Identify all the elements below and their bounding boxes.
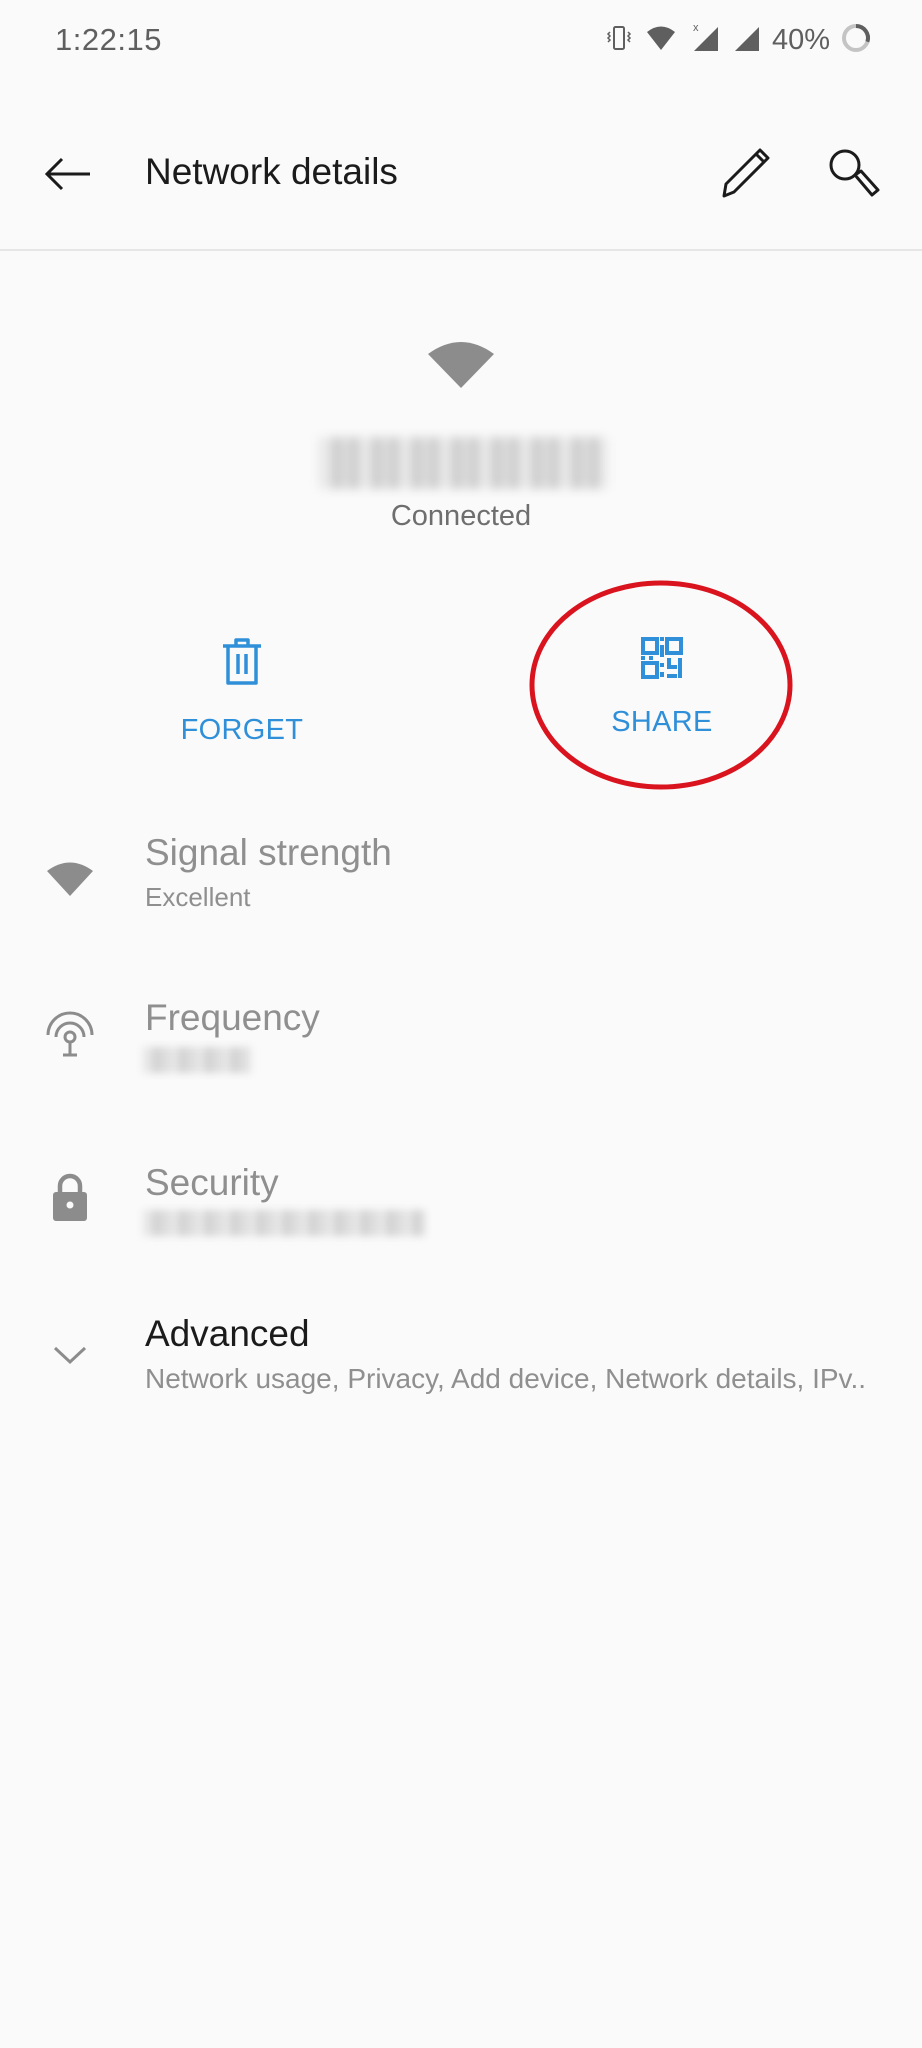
detail-title: Signal strength [145, 832, 392, 873]
share-label: SHARE [611, 706, 713, 738]
wifi-icon [642, 23, 680, 58]
signal-no-data-icon: x [690, 21, 722, 60]
pencil-icon [722, 148, 770, 198]
wifi-icon [40, 848, 100, 908]
detail-title: Frequency [145, 997, 320, 1038]
svg-text:x: x [693, 22, 699, 34]
battery-percent: 40% [771, 23, 830, 56]
back-button[interactable] [40, 150, 96, 198]
search-icon [829, 149, 880, 197]
detail-value: Excellent [145, 882, 251, 912]
page-title: Network details [145, 151, 398, 192]
detail-title: Advanced [145, 1313, 310, 1354]
detail-value-redacted [143, 1047, 251, 1073]
status-icons: x 40% [606, 20, 872, 60]
chevron-down-icon [40, 1325, 100, 1385]
battery-ring-icon [840, 22, 872, 59]
network-ssid-redacted [318, 437, 608, 489]
lock-icon [40, 1168, 100, 1228]
detail-row-signal-strength: Signal strength Excellent [0, 820, 922, 930]
vibrate-icon [606, 23, 632, 58]
antenna-icon [40, 1005, 100, 1065]
signal-icon [732, 21, 762, 60]
app-bar-divider [0, 249, 922, 251]
advanced-row[interactable]: Advanced Network usage, Privacy, Add dev… [0, 1305, 922, 1415]
share-button[interactable]: SHARE [552, 636, 772, 739]
trash-icon [223, 638, 261, 685]
wifi-icon [424, 336, 498, 390]
detail-title: Security [145, 1162, 279, 1203]
forget-button[interactable]: FORGET [132, 636, 352, 747]
status-time: 1:22:15 [55, 22, 162, 57]
edit-button[interactable] [716, 144, 774, 202]
detail-value: Network usage, Privacy, Add device, Netw… [145, 1363, 867, 1394]
detail-row-security: Security [0, 1150, 922, 1260]
connection-status: Connected [390, 500, 532, 532]
detail-value-redacted [143, 1210, 425, 1236]
search-button[interactable] [824, 144, 884, 202]
detail-row-frequency: Frequency [0, 985, 922, 1095]
qr-code-icon [641, 637, 683, 679]
arrow-left-icon [44, 157, 90, 191]
forget-label: FORGET [180, 714, 304, 746]
